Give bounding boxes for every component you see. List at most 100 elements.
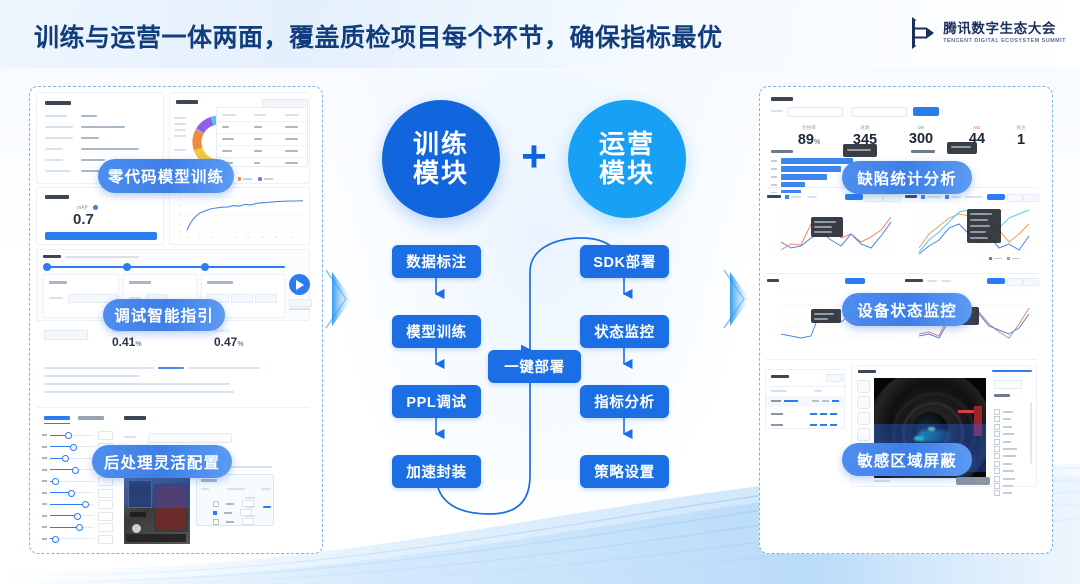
- flow-box-metric-analysis: 指标分析: [580, 385, 669, 418]
- mask-device-list-title: [771, 375, 789, 378]
- svg-text:7: 7: [223, 236, 225, 239]
- basic-info-title: [45, 101, 71, 105]
- mask-checkbox-scrollbar[interactable]: [1030, 402, 1032, 464]
- ppl-rate-a: 0.41%: [112, 335, 142, 349]
- training-accuracy-line-chart: 43210 1357 9 11 13 15 17: [179, 195, 307, 239]
- mask-device-row[interactable]: [766, 420, 846, 431]
- svg-text:1: 1: [179, 222, 181, 226]
- latency-range-day[interactable]: [987, 194, 1005, 200]
- position-chart-tooltip: [947, 142, 977, 154]
- metric-value: 0.7: [73, 211, 94, 228]
- date-range-end[interactable]: [851, 107, 907, 117]
- plus-operator: +: [521, 132, 547, 181]
- ppl-step-1-icon[interactable]: [43, 263, 51, 271]
- left-panel: mAP 0.7 43210 1357 9 11 13 15 17 GOOD 0.…: [29, 86, 323, 554]
- svg-text:2: 2: [179, 213, 181, 217]
- svg-text:0: 0: [179, 230, 181, 234]
- conference-logo: 腾讯数字生态大会 TENCENT DIGITAL ECOSYSTEM SUMMI…: [910, 16, 1066, 50]
- resnet-range-day[interactable]: [987, 278, 1005, 284]
- ppl-metric-toggle[interactable]: [44, 330, 88, 340]
- ppl-step-3-tag-2[interactable]: [231, 294, 253, 303]
- svg-text:11: 11: [247, 236, 250, 239]
- mask-editor-select[interactable]: [994, 380, 1022, 389]
- latency-range-month[interactable]: [1023, 194, 1039, 202]
- ppl-run-button[interactable]: [289, 274, 310, 295]
- mask-title: [124, 416, 146, 420]
- latency-chart-tooltip: [967, 209, 1001, 243]
- flow-box-data-annotation: 数据标注: [392, 245, 481, 278]
- svg-text:13: 13: [261, 236, 264, 239]
- ppl-rate-b: 0.47%: [214, 335, 244, 349]
- defect-position-chart-title: [911, 150, 935, 153]
- resnet-range-month[interactable]: [1023, 278, 1039, 286]
- chart-title-cpu: [767, 195, 781, 198]
- bar-chart-tooltip: [843, 144, 877, 157]
- ppl-step-2-icon[interactable]: [123, 263, 131, 271]
- svg-text:9: 9: [235, 236, 237, 239]
- slider-row[interactable]: [42, 534, 120, 546]
- temperature-range-day[interactable]: [845, 278, 865, 284]
- date-range-start[interactable]: [787, 107, 843, 117]
- metric-overview-title: [45, 195, 69, 199]
- page-header: 训练与运营一体两面，覆盖质检项目每个环节，确保指标最优 腾讯数字生态大会 TEN…: [0, 0, 1080, 68]
- cpu-range-day[interactable]: [845, 194, 863, 200]
- metric-info-icon: [93, 205, 98, 210]
- svg-text:3: 3: [199, 236, 201, 239]
- ppl-frame-input[interactable]: [289, 299, 312, 307]
- defect-query-button[interactable]: [913, 107, 939, 116]
- flow-box-one-click-deploy: 一键部署: [488, 350, 581, 383]
- slider-row[interactable]: [42, 499, 120, 511]
- flow-box-accelerate-package: 加速封装: [392, 455, 481, 488]
- metric-primary-button[interactable]: [45, 232, 157, 240]
- arrow-left-to-center-icon: [324, 260, 354, 338]
- defect-bar-chart-title: [771, 150, 793, 153]
- mask-device-add-button[interactable]: [826, 374, 843, 382]
- right-panel: 合格率 89% 总数 345 OK 300 NG 44 关注 1 缺陷统计分析 …: [759, 86, 1053, 554]
- tencent-summit-mark-icon: [910, 16, 936, 50]
- latency-range-week[interactable]: [1007, 194, 1023, 202]
- svg-text:5: 5: [211, 236, 213, 239]
- flow-box-sdk-deploy: SDK部署: [580, 245, 669, 278]
- ppl-step-3-tag-3[interactable]: [255, 294, 277, 303]
- resnet-range-week[interactable]: [1007, 278, 1023, 286]
- ppl-config-title: [43, 255, 61, 259]
- slider-row[interactable]: [42, 488, 120, 500]
- svg-text:15: 15: [275, 236, 278, 239]
- cpu-chart-tooltip: [811, 217, 843, 237]
- mask-device-row[interactable]: [766, 409, 846, 420]
- temperature-chart-tooltip: [811, 309, 841, 323]
- svg-text:3: 3: [179, 204, 181, 208]
- label-defect-statistics: 缺陷统计分析: [842, 161, 972, 194]
- mask-save-button[interactable]: [956, 477, 990, 485]
- mask-device-list: [765, 369, 846, 431]
- slider-row[interactable]: [42, 511, 120, 523]
- mask-checkbox-list[interactable]: [994, 402, 1017, 497]
- training-curve-card: 43210 1357 9 11 13 15 17: [169, 187, 310, 245]
- ppl-step-3-icon[interactable]: [201, 263, 209, 271]
- mask-device-row-selected[interactable]: [766, 396, 846, 407]
- logo-title-en: TENCENT DIGITAL ECOSYSTEM SUMMIT: [943, 37, 1066, 44]
- label-zero-code-training: 零代码模型训练: [98, 159, 234, 193]
- slider-row[interactable]: [42, 522, 120, 534]
- page-title: 训练与运营一体两面，覆盖质检项目每个环节，确保指标最优: [34, 24, 723, 52]
- chart-title-resnet: [905, 279, 923, 282]
- mask-type-select[interactable]: [148, 433, 232, 443]
- defect-overview-title: [771, 97, 793, 101]
- mask-editor-title: [858, 370, 876, 373]
- mask-checkbox-group-title: [994, 394, 1010, 397]
- label-stats-table: [216, 107, 309, 167]
- label-distribution-title: [176, 100, 198, 104]
- flow-box-status-monitor: 状态监控: [580, 315, 669, 348]
- mask-region-overlay: [124, 474, 190, 508]
- cpu-range-week[interactable]: [865, 194, 883, 202]
- cpu-range-month[interactable]: [883, 194, 901, 202]
- label-sensitive-region-mask: 敏感区域屏蔽: [842, 443, 972, 476]
- svg-text:1: 1: [187, 236, 189, 239]
- postprocess-tab-auto[interactable]: [78, 416, 104, 420]
- circle-training-module: 训练 模块: [382, 100, 500, 218]
- slider-row[interactable]: [42, 430, 120, 442]
- label-device-monitoring: 设备状态监控: [842, 293, 972, 326]
- postprocess-tab-manual[interactable]: [44, 416, 70, 420]
- stat-watch: 关注 1: [1016, 125, 1026, 148]
- stat-pass-rate: 合格率 89%: [797, 125, 821, 148]
